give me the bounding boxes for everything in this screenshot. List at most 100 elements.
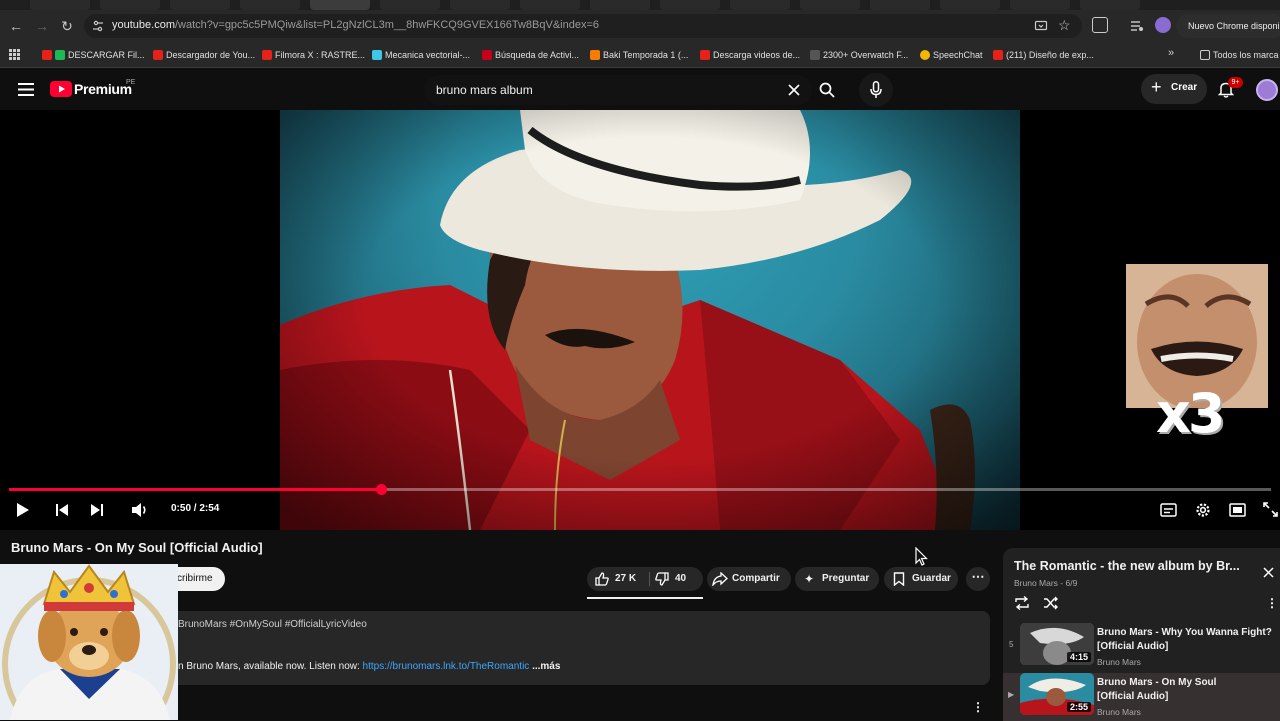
loop-icon[interactable]	[1014, 596, 1030, 610]
theater-mode-icon[interactable]	[1229, 503, 1246, 517]
browser-tab[interactable]	[870, 0, 930, 10]
chrome-update-button[interactable]: Nuevo Chrome disponible	[1176, 14, 1280, 38]
show-more-link[interactable]: ...más	[532, 661, 560, 672]
microphone-icon	[870, 81, 882, 98]
browser-tab[interactable]	[240, 0, 300, 10]
playlist-item-index: 5	[1009, 640, 1014, 649]
previous-icon[interactable]	[55, 503, 69, 517]
browser-tab[interactable]	[30, 0, 90, 10]
back-arrow-icon[interactable]: ←	[8, 18, 24, 34]
playlist-item-current[interactable]: ▶ 2:55 Bruno Mars - On My Soul [Official…	[1003, 673, 1280, 721]
bookmark-star-icon[interactable]: ☆	[1058, 17, 1071, 34]
playlist-item-thumbnail: 4:15	[1020, 623, 1094, 665]
play-icon[interactable]	[16, 502, 30, 518]
install-app-icon[interactable]	[1034, 19, 1048, 33]
browser-tab-active[interactable]	[310, 0, 370, 10]
playlist-title[interactable]: The Romantic - the new album by Br...	[1014, 559, 1240, 573]
playlist-menu-icon[interactable]: ⋮	[1266, 596, 1278, 610]
create-button[interactable]: + Crear	[1141, 74, 1207, 104]
subtitles-icon[interactable]	[1160, 503, 1177, 517]
browser-tab[interactable]	[800, 0, 860, 10]
address-bar[interactable]: youtube.com/watch?v=gpc5c5PMQiw&list=PL2…	[84, 14, 1082, 38]
browser-tab[interactable]	[1080, 0, 1140, 10]
bookmark-item[interactable]: SpeechChat	[920, 48, 983, 62]
extensions-icon[interactable]	[1092, 17, 1108, 33]
browser-tab[interactable]	[1010, 0, 1070, 10]
next-icon[interactable]	[90, 503, 104, 517]
playlist-subtitle: Bruno Mars - 6/9	[1014, 578, 1078, 588]
browser-tab[interactable]	[380, 0, 440, 10]
notifications-button[interactable]: 9+	[1217, 77, 1243, 103]
save-button[interactable]: Guardar	[884, 567, 958, 591]
volume-icon[interactable]	[131, 502, 149, 518]
logo-region: PE	[126, 79, 136, 86]
youtube-header: Premium PE bruno mars album + Crear 9+	[0, 69, 1280, 110]
playlist-item-thumbnail: 2:55	[1020, 673, 1094, 715]
thumbs-up-icon	[595, 572, 609, 586]
browser-tab[interactable]	[520, 0, 580, 10]
shuffle-icon[interactable]	[1043, 596, 1059, 610]
browser-tab[interactable]	[590, 0, 650, 10]
comment-menu-icon[interactable]: ⋮	[972, 700, 984, 714]
bookmark-item[interactable]: Descargador de You...	[153, 48, 255, 62]
browser-tab[interactable]	[660, 0, 720, 10]
playlist-item[interactable]: 5 4:15 Bruno Mars - Why You Wanna Fight?…	[1003, 623, 1280, 671]
settings-gear-icon[interactable]	[1195, 502, 1211, 518]
browser-tab[interactable]	[170, 0, 230, 10]
search-box[interactable]: bruno mars album	[424, 75, 812, 105]
dislike-button[interactable]: 40	[651, 567, 703, 591]
youtube-play-logo-icon	[50, 81, 72, 97]
reload-icon[interactable]: ↻	[59, 18, 75, 34]
bookmark-item[interactable]: Filmora X : RASTRE...	[262, 48, 365, 62]
share-button[interactable]: Compartir	[707, 567, 791, 591]
voice-search-button[interactable]	[859, 73, 893, 107]
playlist-item-duration: 2:55	[1066, 702, 1091, 712]
bookmark-item[interactable]: (211) Diseño de exp...	[993, 48, 1094, 62]
create-label: Crear	[1171, 82, 1198, 93]
bookmark-item[interactable]: Descarga videos de...	[700, 48, 800, 62]
logo-text: Premium	[74, 81, 132, 97]
bookmark-item[interactable]: Mecanica vectorial-...	[372, 48, 470, 62]
bookmark-item[interactable]: Búsqueda de Activi...	[482, 48, 579, 62]
forward-arrow-icon[interactable]: →	[34, 18, 50, 34]
account-avatar[interactable]	[1256, 79, 1278, 101]
apps-grid-icon[interactable]	[9, 49, 20, 60]
sparkle-icon: ✦	[804, 572, 815, 586]
playlist-item-channel: Bruno Mars	[1097, 707, 1141, 717]
bookmark-item[interactable]: DESCARGAR Fil...	[42, 48, 145, 62]
description-link[interactable]: https://brunomars.lnk.to/TheRomantic	[363, 661, 530, 672]
ask-button[interactable]: ✦ Preguntar	[795, 567, 879, 591]
video-frame	[280, 110, 1020, 530]
share-label: Compartir	[732, 573, 780, 584]
browser-tab[interactable]	[730, 0, 790, 10]
browser-toolbar: ← → ↻ youtube.com/watch?v=gpc5c5PMQiw&li…	[0, 10, 1280, 42]
like-count: 27 K	[615, 573, 637, 584]
menu-hamburger-icon[interactable]	[18, 83, 34, 96]
like-divider	[649, 572, 650, 586]
close-playlist-icon[interactable]	[1263, 567, 1274, 578]
browser-tab[interactable]	[450, 0, 510, 10]
profile-avatar[interactable]	[1155, 17, 1171, 33]
all-bookmarks-folder[interactable]: Todos los marca	[1200, 48, 1279, 62]
media-controls-icon[interactable]	[1130, 19, 1144, 33]
browser-tab[interactable]	[940, 0, 1000, 10]
playlist-item-channel: Bruno Mars	[1097, 657, 1141, 667]
video-player[interactable]: x3 0:50 / 2:54	[0, 110, 1280, 530]
search-icon[interactable]	[819, 82, 835, 98]
meme-multiplier-text: x3	[1156, 382, 1225, 445]
bookmark-item[interactable]: Baki Temporada 1 (...	[590, 48, 688, 62]
fullscreen-icon[interactable]	[1263, 502, 1278, 517]
site-settings-icon[interactable]	[92, 20, 104, 32]
progress-bar[interactable]	[9, 484, 1271, 495]
like-dislike-group: 27 K 40	[587, 567, 703, 599]
bookmarks-overflow-icon[interactable]: »	[1168, 47, 1174, 59]
search-input[interactable]: bruno mars album	[436, 83, 533, 97]
clear-search-icon[interactable]	[788, 84, 800, 96]
mouse-cursor-icon	[915, 547, 928, 566]
like-button[interactable]: 27 K	[587, 567, 649, 591]
dog-sticker-overlay	[0, 564, 178, 720]
browser-tab[interactable]	[100, 0, 160, 10]
bookmark-icon	[893, 572, 905, 586]
bookmark-item[interactable]: 2300+ Overwatch F...	[810, 48, 908, 62]
more-actions-icon[interactable]: ⋯	[966, 567, 990, 591]
